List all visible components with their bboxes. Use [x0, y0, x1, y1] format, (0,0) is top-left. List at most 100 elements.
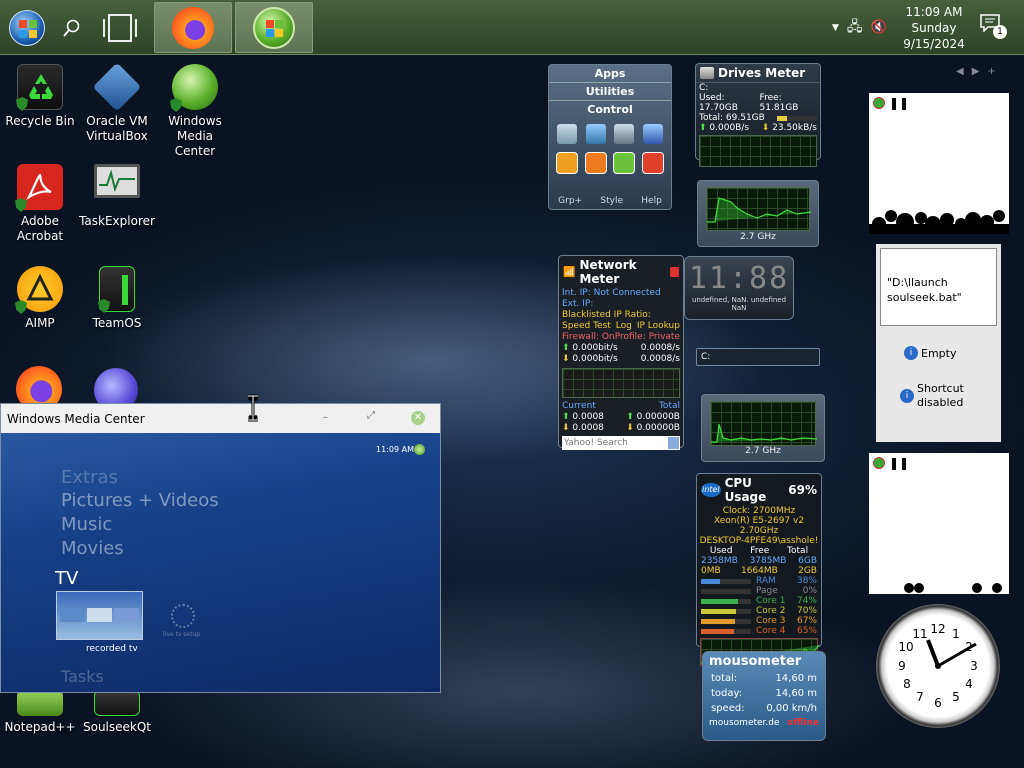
- sidebar-nav-controls[interactable]: ◀▶+: [956, 66, 1004, 77]
- wmc-menu-tv[interactable]: TV: [55, 568, 78, 589]
- drive-letter: C:: [699, 83, 709, 93]
- total-label: total:: [711, 673, 738, 684]
- header-total: Total: [787, 546, 809, 556]
- launcher-help-button[interactable]: Help: [641, 196, 662, 206]
- digital-clock-gadget: 11:88 undefined, NaN. undefined NaN: [684, 256, 794, 320]
- yahoo-search-input[interactable]: [562, 438, 669, 448]
- firefox-icon: [172, 6, 214, 49]
- taskbar-clock[interactable]: 11:09 AM Sunday 9/15/2024: [896, 4, 972, 52]
- pause-icon: ❚❚: [889, 456, 910, 470]
- drive-activity-graph: [699, 135, 817, 167]
- mousometer-status[interactable]: offline: [787, 718, 819, 728]
- desktop-icon-virtualbox[interactable]: Oracle VM VirtualBox: [77, 62, 157, 144]
- svg-text:1: 1: [952, 627, 960, 641]
- upload-rate-bytes: 0.0008/s: [640, 343, 680, 353]
- wmc-menu-music[interactable]: Music: [61, 514, 112, 535]
- usage-label: Core 1: [756, 596, 786, 606]
- desktop-icon-label: TaskExplorer: [79, 214, 155, 228]
- desktop-icon-media-center[interactable]: Windows Media Center: [155, 64, 235, 159]
- slideshow-gadget-2[interactable]: ❚❚: [869, 453, 1009, 594]
- minimize-button[interactable]: –: [323, 412, 328, 423]
- volume-muted-icon[interactable]: 🔇: [871, 20, 887, 35]
- launcher-style-button[interactable]: Style: [600, 196, 623, 206]
- download-rate: ⬇ 0.000bit/s: [562, 354, 618, 364]
- launcher-tab-utilities[interactable]: Utilities: [549, 83, 671, 101]
- window-title: Windows Media Center: [7, 411, 145, 426]
- mousometer-gadget: mousometer total: 14,60 m today: 14,60 m s…: [702, 651, 826, 741]
- media-center-window[interactable]: Windows Media Center – ⤢ ✕ 11:09 AM Extr…: [0, 403, 441, 693]
- search-button[interactable]: [52, 2, 92, 53]
- soulseek-icon: [94, 690, 140, 716]
- launcher-tab-apps[interactable]: Apps: [549, 65, 671, 83]
- usage-value: 65%: [796, 626, 817, 636]
- cpu-graph-2-label: 2.7 GHz: [745, 446, 781, 456]
- wmc-menu-tasks[interactable]: Tasks: [61, 667, 104, 686]
- info-icon: i: [904, 346, 918, 360]
- speed-label: speed:: [711, 703, 745, 714]
- wmc-menu-pictures[interactable]: Pictures + Videos: [61, 490, 219, 511]
- computer-icon[interactable]: [642, 124, 663, 144]
- recorded-tv-label: recorded tv: [86, 644, 138, 654]
- live-tv-setup-icon[interactable]: [171, 604, 195, 628]
- mousometer-site-link[interactable]: mousometer.de: [709, 718, 780, 728]
- pause-icon: ❚❚: [889, 96, 910, 110]
- desktop-icon-soulseek[interactable]: SoulseekQt: [77, 690, 157, 735]
- start-button[interactable]: [6, 2, 48, 53]
- network-icon[interactable]: 🖧: [847, 16, 863, 40]
- desktop-icon-teamos[interactable]: TeamOS: [77, 266, 157, 331]
- speed-test-link[interactable]: Speed Test: [562, 321, 611, 332]
- network-meter-gadget: 📶 Network Meter Int. IP: Not Connected E…: [558, 255, 684, 450]
- shortcut-item[interactable]: i Shortcut disabled: [876, 382, 976, 410]
- shutdown-icon[interactable]: [641, 152, 664, 174]
- empty-item[interactable]: i Empty: [876, 346, 1001, 360]
- log-link[interactable]: Log: [616, 321, 632, 332]
- usage-value: 74%: [796, 596, 817, 606]
- search-icon[interactable]: [668, 437, 679, 449]
- drive-selector-input[interactable]: C:: [696, 348, 820, 366]
- usage-bar: [701, 588, 751, 594]
- taskbar-firefox[interactable]: [154, 2, 232, 53]
- desktop-icon-task-explorer[interactable]: TaskExplorer: [77, 164, 157, 229]
- text-cursor-icon: [246, 394, 260, 422]
- notification-button[interactable]: 1: [980, 14, 1010, 44]
- svg-text:3: 3: [970, 659, 978, 673]
- taskbar-media-center[interactable]: [235, 2, 313, 53]
- window-titlebar[interactable]: Windows Media Center – ⤢ ✕: [1, 404, 440, 433]
- svg-text:7: 7: [916, 690, 924, 704]
- monitor-icon[interactable]: [614, 124, 635, 144]
- launcher-tab-control[interactable]: Control: [549, 101, 671, 118]
- desktop-icon-notepadpp[interactable]: Notepad++: [0, 690, 80, 735]
- window-icon[interactable]: [585, 124, 606, 144]
- sleep-icon[interactable]: [613, 152, 636, 174]
- power-icon[interactable]: [584, 152, 607, 174]
- cpu-graph-2: [710, 401, 818, 446]
- desktop-icon-acrobat[interactable]: Adobe Acrobat: [0, 164, 80, 244]
- usage-label: Core 4: [756, 626, 786, 636]
- usage-value: 38%: [796, 576, 817, 586]
- close-icon[interactable]: [670, 267, 679, 277]
- slideshow-1-controls[interactable]: ❚❚: [873, 97, 909, 109]
- header-free: Free: [750, 546, 770, 556]
- slideshow-2-controls[interactable]: ❚❚: [873, 457, 909, 469]
- cpu-usage-row: Core 1 74%: [701, 596, 817, 606]
- current-up: ⬆ 0.0008: [562, 412, 604, 422]
- wmc-menu-movies[interactable]: Movies: [61, 538, 124, 559]
- wmc-menu-extras[interactable]: Extras: [61, 467, 118, 488]
- slideshow-gadget-1[interactable]: ❚❚: [869, 93, 1009, 234]
- chevron-up-icon[interactable]: ▼: [832, 23, 839, 33]
- empty-label: Empty: [921, 346, 957, 360]
- page-total: 2GB: [798, 566, 817, 576]
- task-view-button[interactable]: [96, 2, 144, 53]
- maximize-button[interactable]: ⤢: [367, 410, 375, 421]
- desktop-icon-recycle-bin[interactable]: Recycle Bin: [0, 64, 80, 129]
- sticky-note-text[interactable]: "D:\llaunch soulseek.bat": [880, 248, 997, 326]
- recycle-icon[interactable]: [557, 124, 578, 144]
- system-tray: ▼ 🖧 🔇: [832, 0, 892, 55]
- recorded-tv-tile[interactable]: [56, 591, 143, 640]
- lock-icon[interactable]: [556, 152, 579, 174]
- ip-lookup-link[interactable]: IP Lookup: [637, 321, 680, 332]
- drive-down-rate: ⬇ 23.50kB/s: [761, 123, 817, 133]
- close-button[interactable]: ✕: [411, 411, 425, 425]
- desktop-icon-aimp[interactable]: AIMP: [0, 266, 80, 331]
- launcher-grp-button[interactable]: Grp+: [558, 196, 582, 206]
